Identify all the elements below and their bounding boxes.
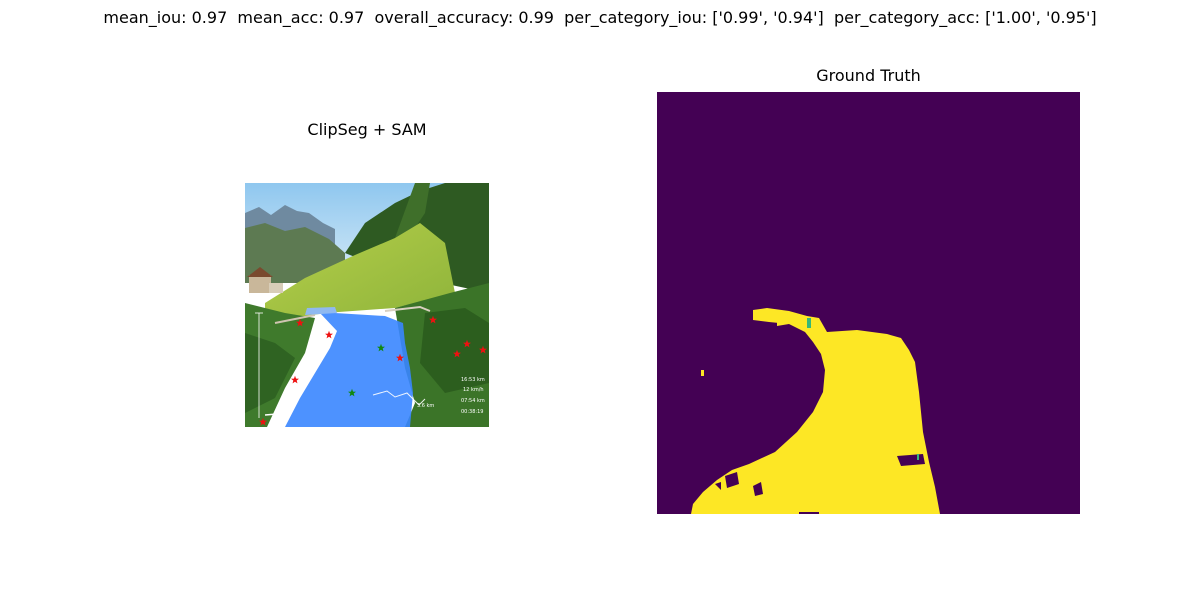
- hud-label: 4.71: [277, 407, 288, 413]
- hud-label: 07:54 km: [461, 398, 485, 404]
- prediction-image: 16:53 km 12 km/h 07:54 km 00:38:19 4.71 …: [245, 183, 489, 427]
- gt-foreground-fragment: [701, 370, 704, 376]
- hud-label: 16:53 km: [461, 377, 485, 383]
- hud-label: 3.6 km: [417, 403, 434, 409]
- metrics-suptitle: mean_iou: 0.97 mean_acc: 0.97 overall_ac…: [103, 8, 1097, 27]
- left-panel-title: ClipSeg + SAM: [307, 120, 427, 139]
- right-panel-title: Ground Truth: [816, 66, 921, 85]
- negative-point-star: [325, 330, 333, 339]
- gt-boundary-noise: [917, 454, 919, 460]
- gt-hole: [799, 512, 819, 514]
- gt-hole: [897, 454, 925, 466]
- gt-boundary-noise: [807, 318, 811, 328]
- house: [249, 275, 271, 293]
- ground-truth-heatmap: [657, 92, 1080, 514]
- hud-label: 00:38:19: [461, 409, 483, 415]
- hud-label: 12 km/h: [463, 387, 484, 393]
- negative-point-star: [291, 375, 299, 384]
- gt-foreground-fragment: [777, 312, 789, 326]
